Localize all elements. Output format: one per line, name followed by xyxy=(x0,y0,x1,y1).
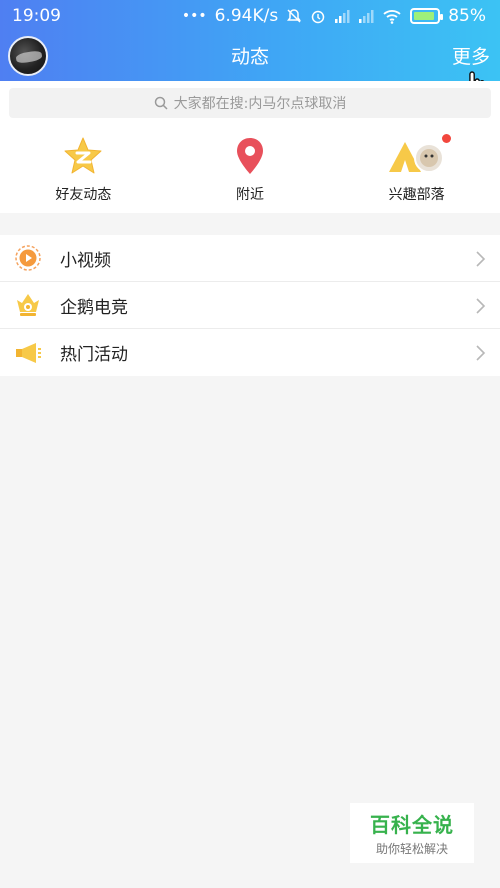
shortcut-row: 好友动态 附近 兴趣部落 xyxy=(0,121,500,213)
list-item-hot-events[interactable]: 热门活动 xyxy=(0,329,500,376)
list-item-short-video[interactable]: 小视频 xyxy=(0,235,500,282)
wifi-icon xyxy=(382,8,402,24)
status-bar: 19:09 ••• 6.94K/s 85% xyxy=(0,0,500,32)
shortcut-label: 兴趣部落 xyxy=(388,187,445,203)
page-title: 动态 xyxy=(230,46,269,68)
location-pin-icon xyxy=(228,136,272,176)
signal-icon xyxy=(334,9,350,23)
chevron-right-icon xyxy=(476,298,486,314)
shortcut-interest-tribe[interactable]: 兴趣部落 xyxy=(352,121,482,204)
status-time: 19:09 xyxy=(12,6,61,26)
alarm-icon xyxy=(310,8,326,24)
friends-qzone-star-icon xyxy=(61,136,105,176)
notification-dot xyxy=(441,134,451,143)
video-play-icon xyxy=(14,244,42,272)
tribe-tent-icon xyxy=(385,134,451,176)
watermark-logo: 百科全说 助你轻松解决 xyxy=(350,803,474,863)
search-input[interactable]: 大家都在搜:内马尔点球取消 xyxy=(9,88,491,118)
shortcut-friends-feed[interactable]: 好友动态 xyxy=(18,121,148,204)
shortcut-nearby[interactable]: 附近 xyxy=(185,121,315,204)
list-item-label: 热门活动 xyxy=(60,345,128,365)
watermark-title: 百科全说 xyxy=(370,813,454,837)
network-speed: 6.94K/s xyxy=(214,6,279,26)
status-dots: ••• xyxy=(181,8,207,24)
mute-bell-icon xyxy=(286,8,302,24)
shortcut-label: 好友动态 xyxy=(55,187,112,203)
esports-crown-icon xyxy=(14,291,42,319)
list-item-label: 小视频 xyxy=(60,250,111,271)
search-placeholder: 大家都在搜:内马尔点球取消 xyxy=(173,96,347,112)
shortcut-label: 附近 xyxy=(235,187,264,203)
feature-list: 小视频 企鹅电竞 热门活动 xyxy=(0,235,500,376)
more-button[interactable]: 更多 xyxy=(452,42,490,69)
top-header: 19:09 ••• 6.94K/s 85% 动态 更多 xyxy=(0,0,500,81)
search-bar-area: 大家都在搜:内马尔点球取消 xyxy=(0,81,500,121)
signal-2-icon xyxy=(358,9,374,23)
battery-icon xyxy=(410,8,444,24)
chevron-right-icon xyxy=(476,345,486,361)
status-right: ••• 6.94K/s 85% xyxy=(182,6,486,26)
battery-percent: 85% xyxy=(448,6,486,26)
list-item-penguin-esports[interactable]: 企鹅电竞 xyxy=(0,282,500,329)
list-item-label: 企鹅电竞 xyxy=(60,297,128,318)
megaphone-icon xyxy=(14,339,42,367)
search-icon xyxy=(154,96,168,110)
chevron-right-icon xyxy=(476,251,486,267)
watermark-subtitle: 助你轻松解决 xyxy=(375,842,448,856)
